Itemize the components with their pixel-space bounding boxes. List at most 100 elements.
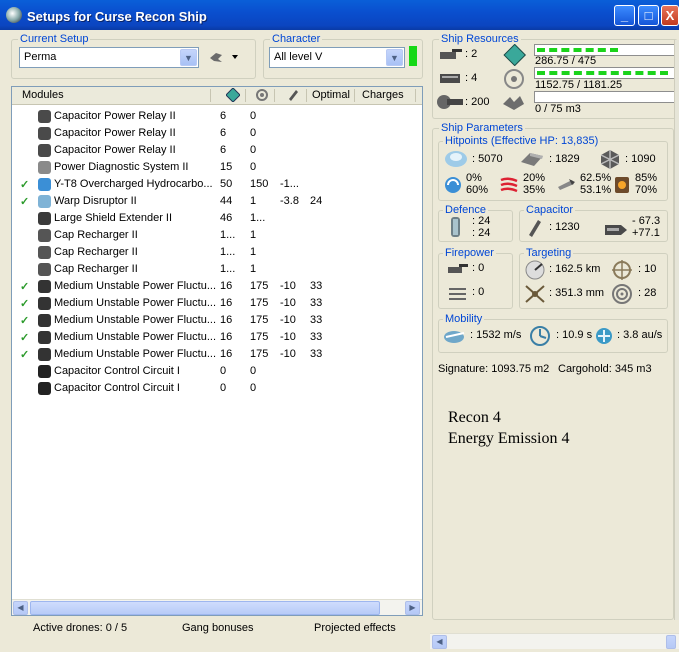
scan-resolution-icon: [525, 285, 545, 303]
charges-column-header[interactable]: Charges: [362, 89, 404, 101]
maximize-button[interactable]: □: [638, 5, 659, 26]
active-drones-status[interactable]: Active drones: 0 / 5: [33, 622, 127, 634]
module-cpu: 16: [220, 297, 233, 309]
capacitor-recharge-icon: [605, 225, 627, 235]
scan-resolution-value: : 351.3 mm: [549, 287, 605, 299]
module-active-check: ✓: [20, 332, 30, 344]
horizontal-scrollbar[interactable]: ◀ ▶: [12, 599, 422, 615]
module-powergrid: 0: [250, 144, 257, 156]
powergrid-bar: [534, 67, 674, 79]
module-cpu: 0: [220, 382, 227, 394]
defence-value-top: : 24: [472, 215, 491, 227]
targeting-range-icon: [525, 260, 545, 280]
module-row[interactable]: ✓ Medium Unstable Power Fluctu... 16 175 -10…: [12, 312, 422, 329]
module-name: Cap Recharger II: [54, 246, 138, 258]
armor-icon: [521, 153, 543, 166]
module-optimal: 33: [310, 280, 323, 292]
power-diagnostic-icon: [38, 161, 51, 174]
capacitor-icon: [529, 220, 541, 237]
optimal-column-header[interactable]: Optimal: [312, 89, 350, 101]
module-row[interactable]: ✓ Y-T8 Overcharged Hydrocarbo... 50 150 -1..…: [12, 176, 422, 193]
structure-icon: [600, 150, 620, 169]
modules-column-header[interactable]: Modules: [22, 89, 64, 101]
module-name: Power Diagnostic System II: [54, 161, 189, 173]
capacitor-amount-value: : 1230: [549, 221, 580, 233]
minimize-button[interactable]: _: [614, 5, 635, 26]
module-row[interactable]: Power Diagnostic System II 15 0: [12, 159, 422, 176]
module-powergrid: 175: [250, 280, 269, 292]
turret-slots-value: : 2: [465, 48, 478, 60]
title-bar[interactable]: Setups for Curse Recon Ship _ □ X: [0, 0, 679, 30]
module-active-check: ✓: [20, 179, 30, 191]
right-vertical-scrollbar[interactable]: [674, 40, 679, 620]
module-row[interactable]: ✓ Medium Unstable Power Fluctu... 16 175 -10…: [12, 295, 422, 312]
module-row[interactable]: ✓ Medium Unstable Power Fluctu... 16 175 -10…: [12, 346, 422, 363]
capacitor-relay-icon: [38, 127, 51, 140]
module-cpu: 6: [220, 127, 227, 139]
setup-tools-button[interactable]: [208, 49, 242, 65]
module-powergrid: 150: [250, 178, 269, 190]
chevron-down-icon[interactable]: ▼: [386, 49, 403, 66]
cpu-column-icon[interactable]: [225, 87, 241, 105]
powergrid-bar-fill: [537, 71, 668, 75]
scroll-left-icon[interactable]: ◀: [432, 635, 447, 649]
scroll-right-icon[interactable]: ▶: [405, 601, 420, 615]
character-label: Character: [270, 32, 323, 46]
em-resist-shield: 0%: [466, 172, 482, 184]
module-row[interactable]: Capacitor Control Circuit I 0 0: [12, 380, 422, 397]
module-row[interactable]: Capacitor Power Relay II 6 0: [12, 142, 422, 159]
powergrid-column-icon[interactable]: [255, 88, 269, 105]
module-row[interactable]: ✓ Medium Unstable Power Fluctu... 16 175 -10…: [12, 278, 422, 295]
app-icon: [6, 7, 22, 23]
powergrid-icon: [504, 69, 524, 89]
energy-neutralizer-icon: [38, 348, 51, 361]
module-row[interactable]: Large Shield Extender II 46 1...: [12, 210, 422, 227]
module-name: Medium Unstable Power Fluctu...: [54, 280, 217, 292]
shield-extender-icon: [38, 212, 51, 225]
module-row[interactable]: Cap Recharger II 1... 1: [12, 227, 422, 244]
module-optimal: 33: [310, 331, 323, 343]
modules-list[interactable]: Modules Optimal Charges Capacitor Power …: [11, 86, 423, 616]
sensor-strength-icon: [612, 284, 632, 304]
chevron-down-icon[interactable]: ▼: [180, 49, 197, 66]
module-cpu: 1...: [220, 246, 236, 258]
module-row[interactable]: Capacitor Power Relay II 6 0: [12, 108, 422, 125]
defence-value-bottom: : 24: [472, 227, 491, 239]
gang-bonuses-status[interactable]: Gang bonuses: [182, 622, 254, 634]
cap-recharger-icon: [38, 263, 51, 276]
align-time-icon: [530, 326, 550, 346]
scroll-thumb[interactable]: [30, 601, 380, 615]
scroll-right-icon[interactable]: [666, 635, 676, 649]
module-name: Large Shield Extender II: [54, 212, 173, 224]
module-powergrid: 0: [250, 382, 257, 394]
module-row[interactable]: ✓ Warp Disruptor II 44 1 -3.8 24: [12, 193, 422, 210]
module-row[interactable]: Capacitor Control Circuit I 0 0: [12, 363, 422, 380]
module-powergrid: 0: [250, 161, 257, 173]
drone-bay-icon: [503, 96, 524, 110]
character-select[interactable]: All level V ▼: [269, 47, 405, 68]
velocity-icon: [444, 331, 465, 343]
capacitor-column-icon[interactable]: [286, 88, 300, 105]
capacitor-relay-icon: [38, 110, 51, 123]
module-row[interactable]: Capacitor Power Relay II 6 0: [12, 125, 422, 142]
drone-bay-bar: [534, 91, 674, 103]
module-row[interactable]: Cap Recharger II 1... 1: [12, 261, 422, 278]
projected-effects-status[interactable]: Projected effects: [314, 622, 396, 634]
module-active-check: ✓: [20, 349, 30, 361]
close-button[interactable]: X: [661, 5, 679, 26]
module-capacitor: -1...: [280, 178, 299, 190]
scroll-left-icon[interactable]: ◀: [13, 601, 28, 615]
ship-parameters-label: Ship Parameters: [439, 121, 525, 135]
capacitor-label: Capacitor: [524, 203, 576, 217]
afterburner-icon: [38, 178, 51, 191]
current-setup-select[interactable]: Perma ▼: [19, 47, 199, 68]
module-powergrid: 1: [250, 229, 257, 241]
module-row[interactable]: Cap Recharger II 1... 1: [12, 244, 422, 261]
right-horizontal-scrollbar[interactable]: ◀: [430, 633, 679, 649]
drone-bay-value: 0 / 75 m3: [535, 103, 581, 115]
current-setup-value: Perma: [24, 51, 57, 63]
thermal-resist-shield: 20%: [523, 172, 546, 184]
module-active-check: ✓: [20, 298, 30, 310]
module-row[interactable]: ✓ Medium Unstable Power Fluctu... 16 175 -10…: [12, 329, 422, 346]
module-capacitor: -3.8: [280, 195, 299, 207]
